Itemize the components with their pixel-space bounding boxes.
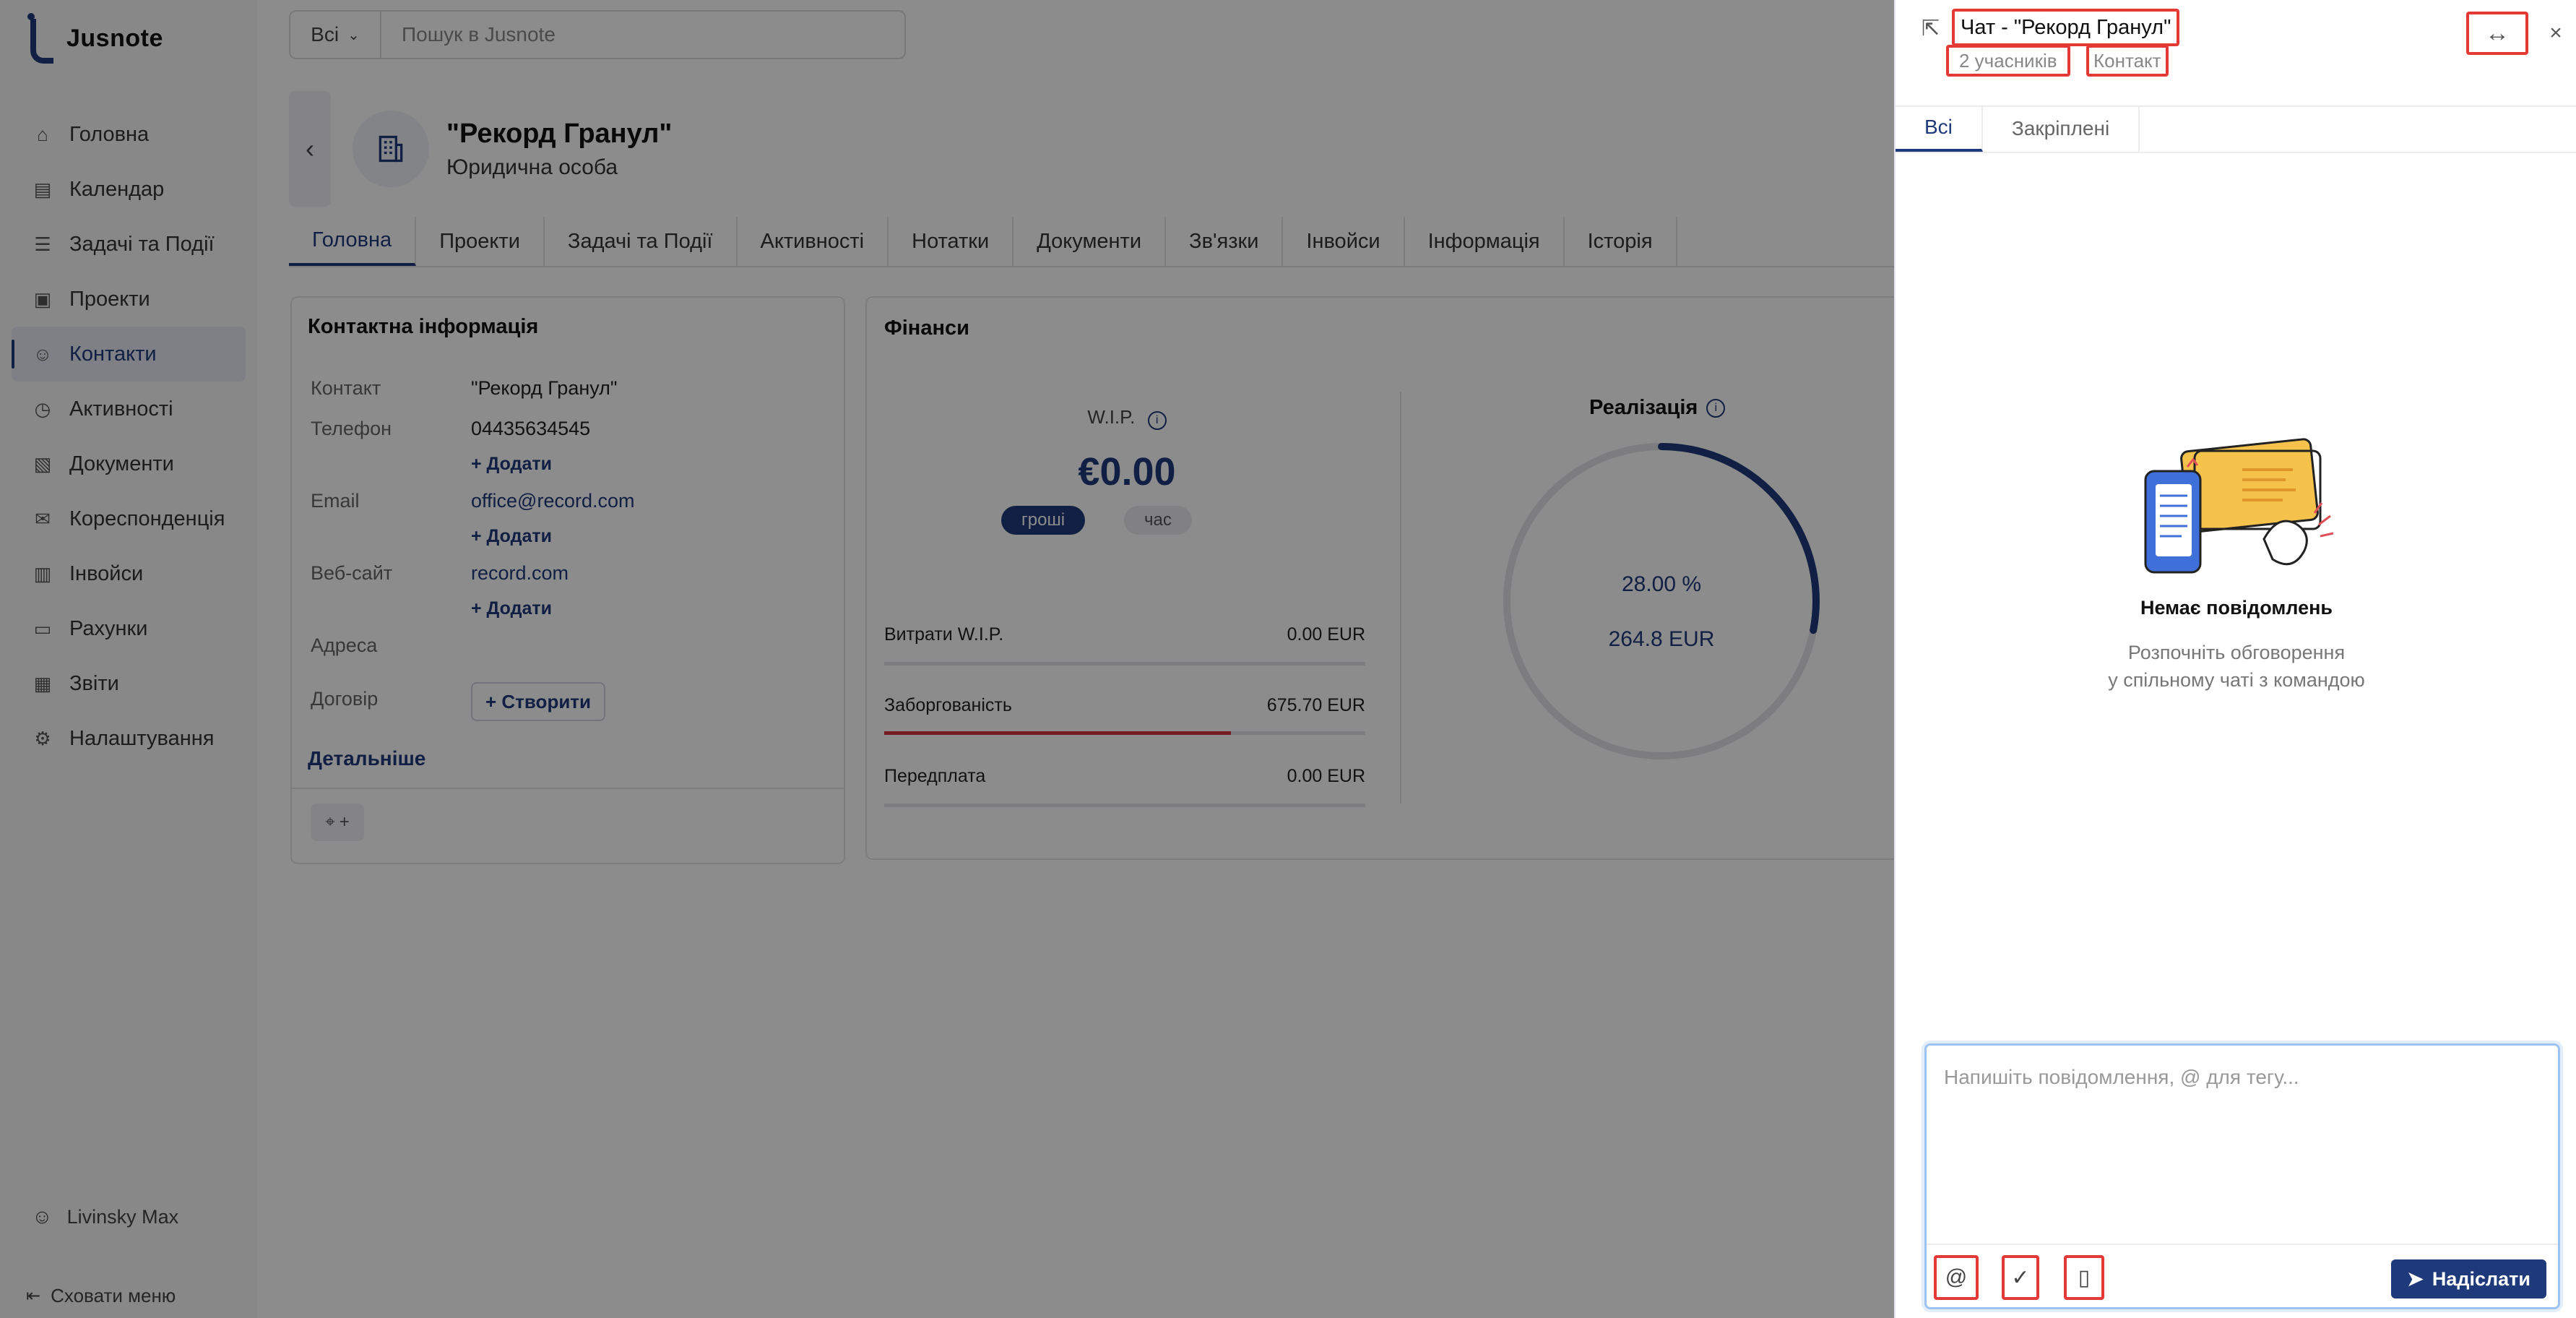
empty-state-title: Немає повідомлень: [2140, 597, 2333, 619]
open-external-icon[interactable]: ⇱: [1922, 16, 1940, 41]
chat-tab[interactable]: Закріплені: [1983, 105, 2140, 152]
chat-members-link[interactable]: 2 учасників: [1946, 45, 2070, 77]
chat-tabs: Всі Закріплені: [1896, 105, 2576, 153]
attach-file-button[interactable]: ▯: [2064, 1255, 2104, 1300]
chat-header: ⇱ Чат - "Рекорд Гранул" 2 учасників Конт…: [1896, 0, 2576, 107]
chat-contact-link[interactable]: Контакт: [2086, 45, 2169, 77]
empty-state-line: Розпочніть обговорення: [2127, 642, 2346, 663]
modal-overlay[interactable]: [0, 0, 1894, 1318]
task-button[interactable]: ✓: [2002, 1255, 2039, 1300]
close-icon: ×: [2549, 21, 2562, 45]
at-sign-icon: @: [1945, 1265, 1968, 1289]
chat-title: Чат - "Рекорд Гранул": [1952, 9, 2180, 46]
close-button[interactable]: ×: [2541, 19, 2570, 48]
chat-panel: ⇱ Чат - "Рекорд Гранул" 2 учасників Конт…: [1894, 0, 2576, 1318]
empty-chat-illustration-icon: [2144, 438, 2334, 574]
mention-button[interactable]: @: [1934, 1255, 1979, 1300]
expand-button[interactable]: ↔: [2466, 12, 2528, 55]
composer-toolbar: @ ✓ ▯ ➤ Надіслати: [1927, 1244, 2558, 1309]
check-circle-icon: ✓: [2011, 1265, 2030, 1290]
empty-state-subtitle: Розпочніть обговорення у спільному чаті …: [1896, 639, 2576, 694]
send-button[interactable]: ➤ Надіслати: [2391, 1259, 2546, 1298]
message-composer: @ ✓ ▯ ➤ Надіслати: [1924, 1043, 2560, 1309]
empty-state-line: у спільному чаті з командою: [2108, 669, 2365, 691]
send-label: Надіслати: [2432, 1267, 2530, 1290]
send-icon: ➤: [2407, 1267, 2424, 1290]
file-attach-icon: ▯: [2078, 1265, 2091, 1290]
message-input[interactable]: [1927, 1046, 2558, 1241]
chat-tab[interactable]: Всі: [1896, 105, 1983, 152]
expand-horizontal-icon: ↔: [2485, 19, 2510, 47]
